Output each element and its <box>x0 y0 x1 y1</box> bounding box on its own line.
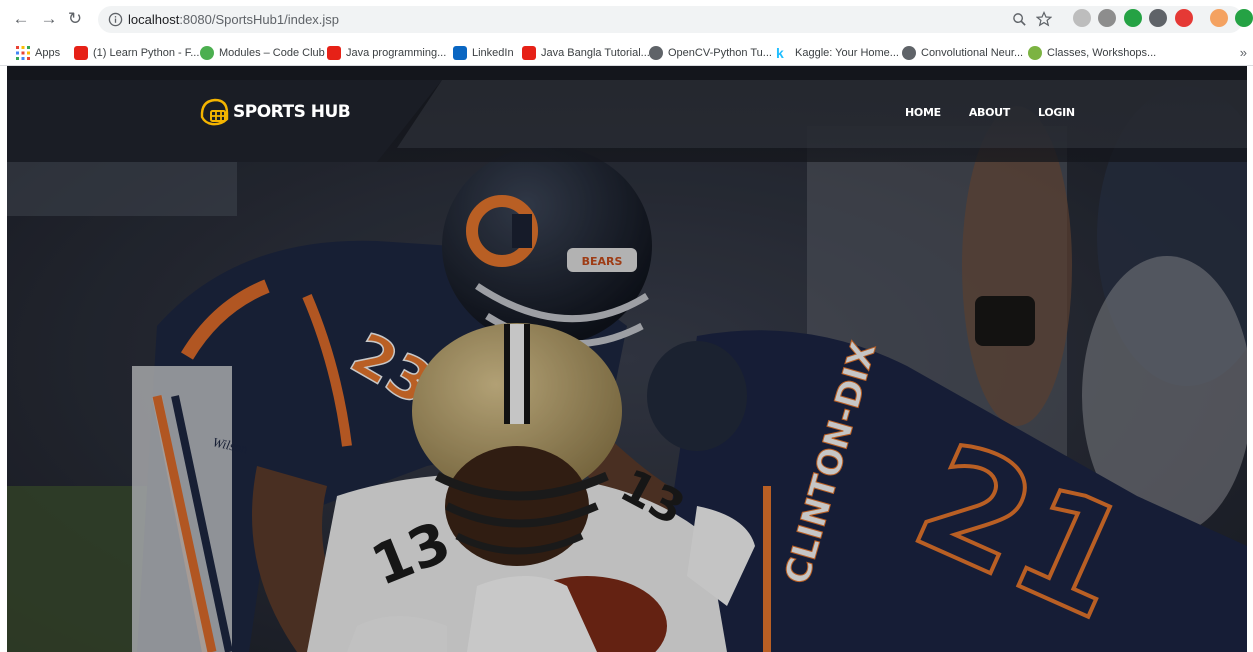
youtube-icon <box>522 46 536 60</box>
bookmark-label: Java Bangla Tutorial... <box>541 47 650 59</box>
forward-arrow-icon[interactable]: → <box>38 8 60 30</box>
url-path: :8080/SportsHub1/index.jsp <box>179 12 340 27</box>
extension-opera-icon[interactable] <box>1175 9 1193 27</box>
profile-avatar[interactable] <box>1210 9 1228 27</box>
back-arrow-icon[interactable]: ← <box>10 8 32 30</box>
extension-gray-icon[interactable] <box>1149 9 1167 27</box>
apps-grid-icon <box>16 46 30 60</box>
nav-link-about[interactable]: ABOUT <box>969 106 1010 119</box>
bookmarks-bar: Apps (1) Learn Python - F... Modules – C… <box>0 40 1253 66</box>
bookmark-opencv[interactable]: OpenCV-Python Tu... <box>649 45 772 61</box>
globe-icon <box>649 46 663 60</box>
bookmark-java-bangla[interactable]: Java Bangla Tutorial... <box>522 45 650 61</box>
football-helmet-icon <box>200 98 229 126</box>
bookmark-label: Kaggle: Your Home... <box>795 47 899 59</box>
bookmark-learn-python[interactable]: (1) Learn Python - F... <box>74 45 199 61</box>
header-strip <box>7 80 1247 162</box>
address-bar[interactable]: localhost:8080/SportsHub1/index.jsp <box>98 6 1243 33</box>
reload-icon[interactable]: ↻ <box>64 8 86 30</box>
zoom-icon[interactable] <box>1012 12 1027 27</box>
bookmark-label: Java programming... <box>346 47 447 59</box>
bookmark-kaggle[interactable]: k Kaggle: Your Home... <box>776 45 899 61</box>
extension-wordpress-icon[interactable] <box>1098 9 1116 27</box>
nav-link-home[interactable]: HOME <box>905 106 941 119</box>
linkedin-icon <box>453 46 467 60</box>
code-club-icon <box>200 46 214 60</box>
site-brand-name: SPORTS HUB <box>233 102 351 122</box>
bookmark-label: (1) Learn Python - F... <box>93 47 200 59</box>
url-text[interactable]: localhost:8080/SportsHub1/index.jsp <box>128 12 339 27</box>
bookmark-convolutional[interactable]: Convolutional Neur... <box>902 45 1023 61</box>
kaggle-icon: k <box>776 45 784 61</box>
info-icon[interactable] <box>108 12 123 27</box>
bookmark-star-icon[interactable] <box>1036 11 1052 27</box>
bookmark-label: OpenCV-Python Tu... <box>668 47 772 59</box>
bookmarks-overflow-button[interactable]: » <box>1240 45 1247 60</box>
bookmark-label: Classes, Workshops... <box>1047 47 1157 59</box>
bookmark-label: Modules – Code Club <box>219 47 325 59</box>
bookmark-label: LinkedIn <box>472 47 514 59</box>
nvidia-icon <box>1028 46 1042 60</box>
extension-menu-icon[interactable] <box>1235 9 1253 27</box>
bookmark-label: Apps <box>35 47 61 59</box>
youtube-icon <box>74 46 88 60</box>
bookmark-java-programming[interactable]: Java programming... <box>327 45 446 61</box>
bookmark-label: Convolutional Neur... <box>921 47 1024 59</box>
sports-hub-page: Wilson 23 BEARS 21 CLINTON-DIX 13 13 SPO… <box>7 66 1247 652</box>
bookmark-code-club[interactable]: Modules – Code Club <box>200 45 325 61</box>
site-logo[interactable]: SPORTS HUB <box>197 94 351 130</box>
bookmark-apps[interactable]: Apps <box>16 45 60 61</box>
extension-green-icon[interactable] <box>1124 9 1142 27</box>
youtube-icon <box>327 46 341 60</box>
nav-link-login[interactable]: LOGIN <box>1038 106 1075 119</box>
bookmark-classes-workshops[interactable]: Classes, Workshops... <box>1028 45 1156 61</box>
browser-toolbar: ← → ↻ localhost:8080/SportsHub1/index.js… <box>0 0 1253 40</box>
url-host: localhost <box>128 12 180 27</box>
extension-w-icon[interactable] <box>1073 9 1091 27</box>
main-navigation: HOME ABOUT LOGIN <box>905 106 1103 119</box>
globe-icon <box>902 46 916 60</box>
bookmark-linkedin[interactable]: LinkedIn <box>453 45 514 61</box>
